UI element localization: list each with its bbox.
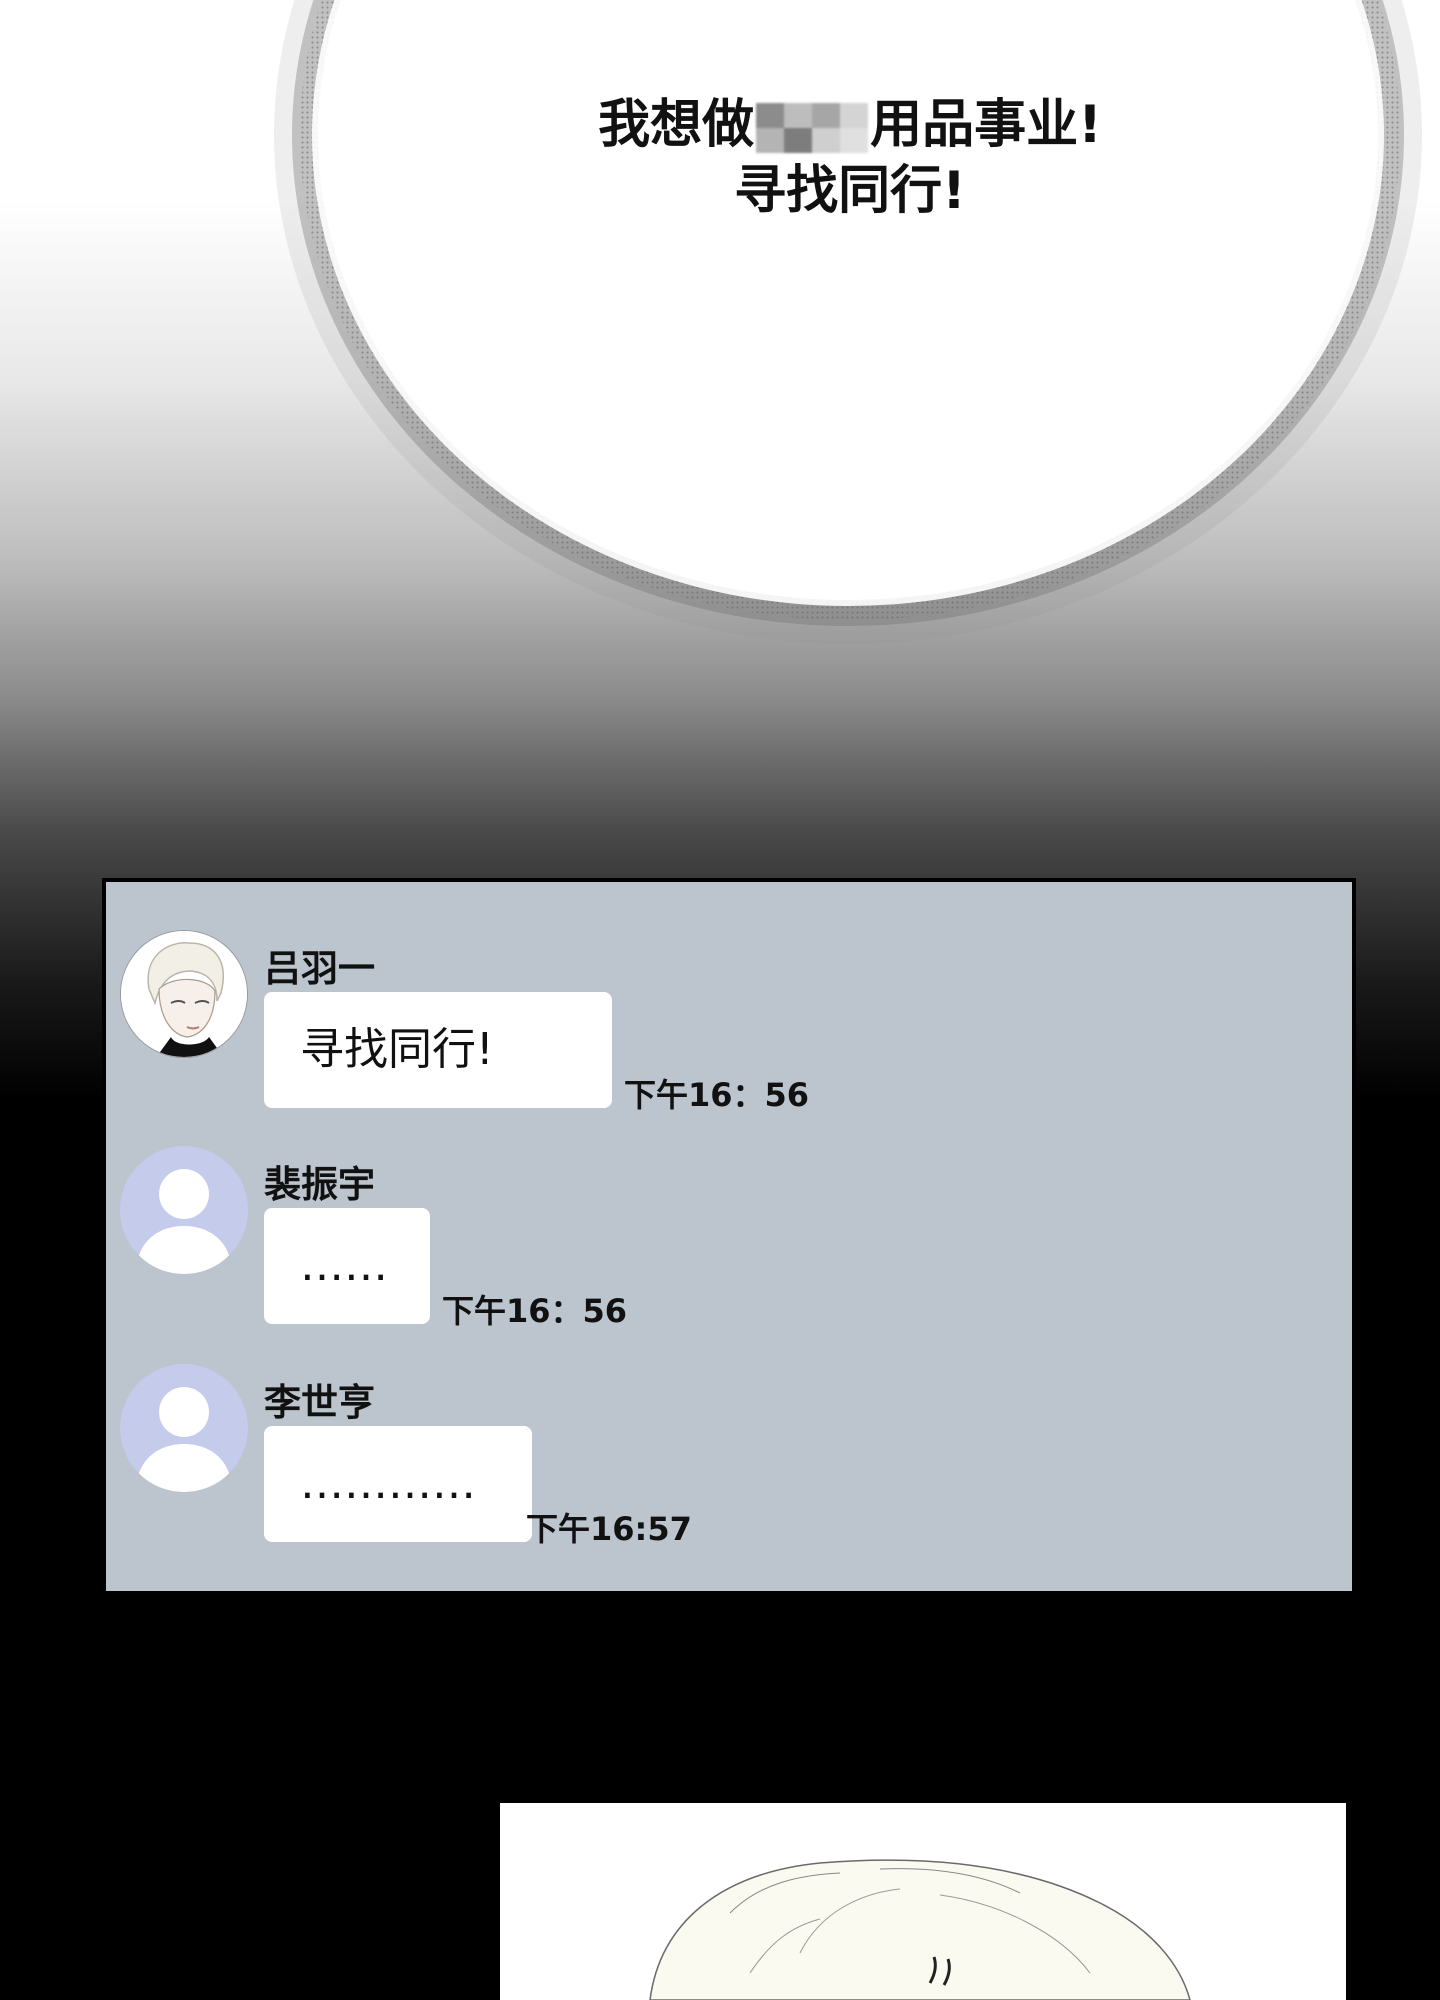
message-time: 下午16：56 bbox=[442, 1292, 628, 1330]
speech-line-1: 我想做 用品事业! bbox=[480, 92, 1220, 158]
censored-mosaic bbox=[756, 103, 869, 153]
next-comic-panel bbox=[500, 1803, 1346, 2000]
message-time: 下午16：56 bbox=[624, 1076, 810, 1114]
message-bubble: ………… bbox=[264, 1426, 532, 1542]
sender-name: 裴振宇 bbox=[264, 1163, 375, 1206]
sender-name: 吕羽一 bbox=[264, 947, 375, 990]
message-time: 下午16:57 bbox=[526, 1510, 692, 1548]
default-user-icon bbox=[136, 1387, 232, 1492]
avatar bbox=[120, 1364, 248, 1492]
avatar-portrait-icon bbox=[121, 931, 247, 1057]
speech-bubble bbox=[318, 0, 1378, 600]
message-bubble: …… bbox=[264, 1208, 430, 1324]
avatar bbox=[120, 930, 248, 1058]
sender-name: 李世亨 bbox=[264, 1381, 375, 1424]
speech-line-1-start: 我想做 bbox=[598, 95, 755, 155]
default-user-icon bbox=[136, 1169, 232, 1274]
message-bubble: 寻找同行! bbox=[264, 992, 612, 1108]
speech-line-1-end: 用品事业! bbox=[870, 95, 1102, 155]
avatar bbox=[120, 1146, 248, 1274]
group-chat-panel: 吕羽一 寻找同行! 下午16：56 裴振宇 …… 下午16：56 李世亨 ………… bbox=[102, 878, 1356, 1595]
speech-line-2: 寻找同行! bbox=[734, 161, 966, 221]
character-hair-illustration bbox=[649, 1859, 1191, 2000]
speech-bubble-text: 我想做 用品事业! 寻找同行! bbox=[480, 92, 1220, 224]
